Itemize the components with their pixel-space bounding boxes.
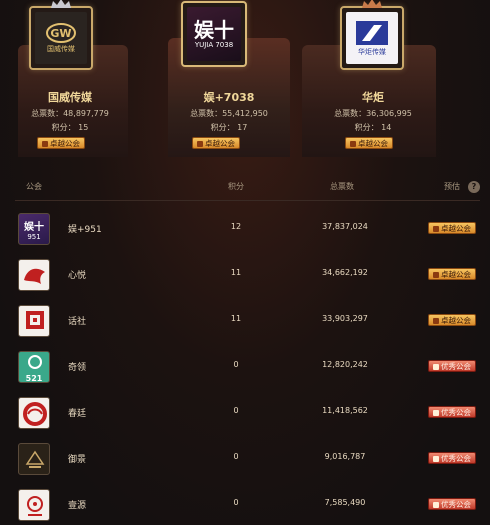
col-forecast: 预估 xyxy=(444,182,460,191)
excellent-badge: 卓越公会 xyxy=(428,268,476,280)
guild-score: 11 xyxy=(230,314,242,323)
guild-avatar: 521 xyxy=(18,351,50,383)
excellent-badge: 卓越公会 xyxy=(428,222,476,234)
badge-icon xyxy=(433,455,439,462)
guild-votes: 34,662,192 xyxy=(322,268,368,277)
good-badge: 优秀公会 xyxy=(428,498,476,510)
table-row[interactable]: 御景 0 9,016,787 优秀公会 xyxy=(0,436,490,482)
guild-avatar: 娱十 951 xyxy=(18,213,50,245)
good-badge: 优秀公会 xyxy=(428,360,476,372)
guild-logo-icon xyxy=(23,402,47,426)
guild-name-rank-1[interactable]: 娱+7038 xyxy=(159,89,299,105)
guild-avatar xyxy=(18,259,50,291)
guild-score: 11 xyxy=(230,268,242,277)
guild-logo-icon xyxy=(24,268,45,284)
logo-caption: 国威传媒 xyxy=(47,45,75,53)
badge-icon xyxy=(433,271,439,278)
ranking-table-header: 公会 积分 总票数 预估 xyxy=(0,178,490,196)
badge-icon xyxy=(433,317,439,324)
score-rank-3: 积分： 14 xyxy=(354,123,392,132)
col-guild: 公会 xyxy=(26,182,42,191)
guild-avatar xyxy=(18,443,50,475)
guild-logo-icon xyxy=(28,355,42,369)
guild-logo-icon xyxy=(27,496,43,516)
guild-votes: 33,903,297 xyxy=(322,314,368,323)
score-rank-1: 积分： 17 xyxy=(210,123,248,132)
guild-logo-rank-2[interactable]: GW 国威传媒 xyxy=(29,0,93,70)
table-row[interactable]: 娱十 951 娱+951 12 37,837,024 卓越公会 xyxy=(0,206,490,252)
guild-votes: 7,585,490 xyxy=(324,498,366,507)
total-votes-rank-3: 总票数：36,306,995 xyxy=(334,109,412,118)
excellent-badge: 卓越公会 xyxy=(428,314,476,326)
guild-name[interactable]: 御景 xyxy=(68,452,86,465)
guild-name-rank-3[interactable]: 华炬 xyxy=(303,89,443,105)
guild-logo-icon xyxy=(26,311,44,329)
good-badge: 优秀公会 xyxy=(428,406,476,418)
guild-votes: 37,837,024 xyxy=(322,222,368,231)
crown-icon xyxy=(362,0,382,8)
guild-name[interactable]: 奇领 xyxy=(68,360,86,373)
guild-name-rank-2[interactable]: 国威传媒 xyxy=(0,89,140,105)
guild-score: 0 xyxy=(233,498,239,507)
badge-icon xyxy=(42,140,48,147)
badge-icon xyxy=(197,140,203,147)
guild-votes: 9,016,787 xyxy=(324,452,366,461)
logo-caption: YUJIA 7038 xyxy=(194,41,234,49)
top-three-podium: GW 国威传媒 国威传媒 总票数：48,897,779 积分： 15 卓越公会 … xyxy=(0,0,490,160)
logo-caption: 华炬传媒 xyxy=(358,48,386,56)
table-row[interactable]: 话社 11 33,903,297 卓越公会 xyxy=(0,298,490,344)
badge-icon xyxy=(433,225,439,232)
crown-icon xyxy=(51,0,71,8)
svg-text:GW: GW xyxy=(50,27,71,40)
guild-score: 12 xyxy=(230,222,242,231)
table-row[interactable]: 521 奇领 0 12,820,242 优秀公会 xyxy=(0,344,490,390)
badge-icon xyxy=(433,501,439,508)
guild-name[interactable]: 娱+951 xyxy=(68,222,102,235)
guild-name[interactable]: 春廷 xyxy=(68,406,86,419)
guild-votes: 12,820,242 xyxy=(322,360,368,369)
help-icon[interactable]: ? xyxy=(468,181,480,193)
guild-logo-icon xyxy=(25,450,45,468)
guild-score: 0 xyxy=(233,360,239,369)
guild-avatar xyxy=(18,489,50,521)
guild-votes: 11,418,562 xyxy=(322,406,368,415)
guild-score: 0 xyxy=(233,452,239,461)
guild-avatar xyxy=(18,305,50,337)
gw-logo-icon: GW xyxy=(46,23,76,43)
header-divider xyxy=(15,200,480,201)
guild-avatar xyxy=(18,397,50,429)
col-score: 积分 xyxy=(228,182,244,191)
guild-score: 0 xyxy=(233,406,239,415)
guild-name[interactable]: 心悦 xyxy=(68,268,86,281)
logo-mark: 娱十 xyxy=(194,18,234,42)
guild-name[interactable]: 话社 xyxy=(68,314,86,327)
guild-name[interactable]: 壹源 xyxy=(68,498,86,511)
excellent-badge-rank-1: 卓越公会 xyxy=(192,137,240,149)
badge-icon xyxy=(350,140,356,147)
badge-icon xyxy=(433,409,439,416)
total-votes-rank-2: 总票数：48,897,779 xyxy=(31,109,109,118)
col-votes: 总票数 xyxy=(330,182,354,191)
good-badge: 优秀公会 xyxy=(428,452,476,464)
table-row[interactable]: 壹源 0 7,585,490 优秀公会 xyxy=(0,482,490,525)
badge-icon xyxy=(433,363,439,370)
table-row[interactable]: 春廷 0 11,418,562 优秀公会 xyxy=(0,390,490,436)
excellent-badge-rank-2: 卓越公会 xyxy=(37,137,85,149)
total-votes-rank-1: 总票数：55,412,950 xyxy=(190,109,268,118)
guild-logo-rank-1[interactable]: 娱十 YUJIA 7038 xyxy=(181,1,247,67)
excellent-badge-rank-3: 卓越公会 xyxy=(345,137,393,149)
guild-logo-rank-3[interactable]: 华炬传媒 xyxy=(340,0,404,70)
huaju-logo-icon xyxy=(356,21,388,45)
table-row[interactable]: 心悦 11 34,662,192 卓越公会 xyxy=(0,252,490,298)
score-rank-2: 积分： 15 xyxy=(51,123,89,132)
